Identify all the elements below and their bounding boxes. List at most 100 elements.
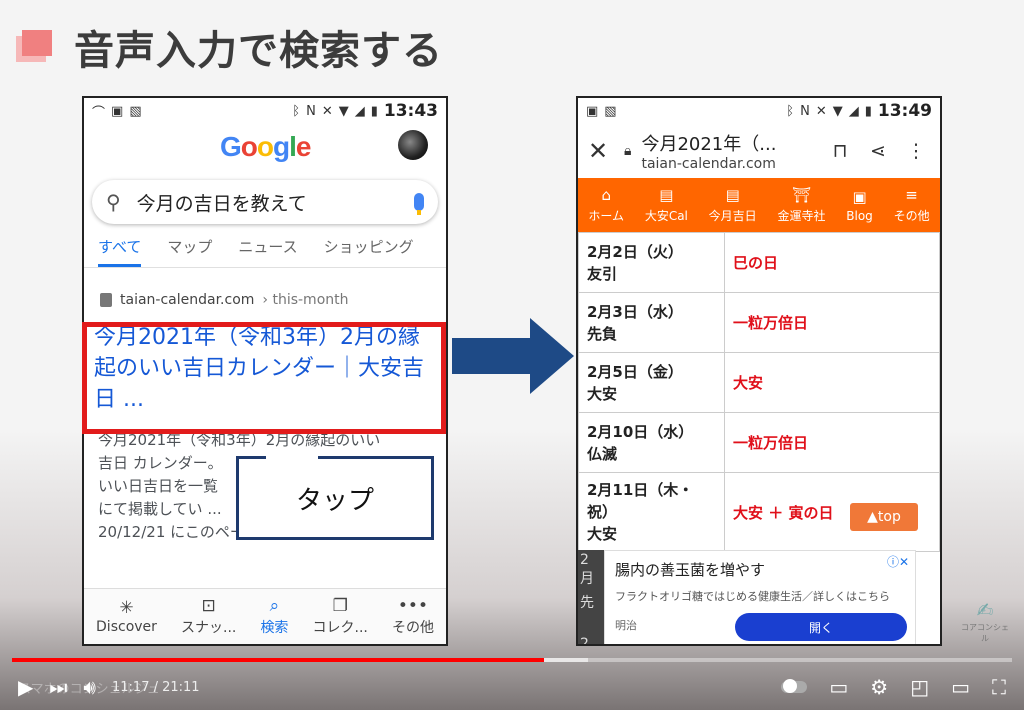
rokuyo: 先負	[587, 324, 618, 343]
menu-label: 金運寺社	[777, 209, 826, 223]
google-logo-letter: o	[256, 131, 274, 162]
ad-title: 腸内の善玉菌を増やす	[615, 561, 766, 579]
menu-dots-icon[interactable]: ⋮	[902, 140, 930, 162]
avatar[interactable]	[398, 130, 428, 160]
volume-icon[interactable]: 🔊︎	[83, 675, 96, 699]
subtitles-icon[interactable]: ▭	[829, 675, 848, 699]
settings-gear-icon[interactable]: ⚙	[870, 675, 888, 699]
autoplay-toggle[interactable]	[781, 679, 808, 693]
app-icon: ▧	[129, 103, 142, 119]
menu-home[interactable]: ⌂ ホーム	[588, 186, 624, 224]
status-bar: ▣ ▧ ᛒ N ✕ ▼ ◢ ▮ 13:49	[578, 98, 940, 124]
back-to-top-button[interactable]: ▲top	[850, 503, 918, 531]
ad-open-button[interactable]: 開く	[735, 613, 907, 641]
date-cell: 2月11日（木・祝） 大安	[578, 472, 725, 552]
ad-side-strip: 2月先 2月	[578, 550, 604, 646]
ad-side-text: 2月	[580, 552, 594, 587]
ad-banner[interactable]: ⓘ✕ 腸内の善玉菌を増やす フラクトオリゴ糖ではじめる健康生活／詳しくはこちら …	[604, 550, 916, 644]
event-cell: 大安	[724, 352, 940, 413]
table-row: 2月2日（火） 友引 巳の日	[578, 232, 940, 293]
ad-side-text: 2月	[580, 636, 589, 646]
ad-side-text	[578, 614, 604, 634]
status-bar: ⌒ ▣ ▧ ᛒ N ✕ ▼ ◢ ▮ 13:43	[84, 98, 446, 124]
time-display: 11:17 / 21:11	[112, 679, 200, 695]
nav-label: 検索	[260, 619, 289, 636]
menu-blog[interactable]: ▣ Blog	[846, 188, 873, 223]
highlight-frame	[82, 322, 446, 434]
menu-shrines[interactable]: ⛩ 金運寺社	[777, 186, 825, 224]
more-icon: •••	[397, 595, 428, 616]
share-icon[interactable]: ⋖	[864, 140, 892, 162]
search-query[interactable]: 今月の吉日を教えて	[137, 189, 398, 216]
nfc-icon: N	[800, 103, 810, 119]
arrow-icon	[452, 318, 574, 394]
google-logo: Google	[220, 130, 311, 163]
result-site[interactable]: taian-calendar.com › this-month	[100, 292, 446, 308]
miniplayer-icon[interactable]: ◰	[910, 675, 929, 699]
rokuyo: 仏滅	[587, 444, 618, 463]
search-box[interactable]: ⚲ 今月の吉日を教えて	[92, 180, 438, 224]
date: 2月5日（金）	[587, 362, 683, 381]
signal-icon: ◢	[354, 103, 365, 119]
google-logo-letter: G	[220, 131, 242, 162]
slide-title: 音声入力で検索する	[74, 28, 443, 74]
menu-taian-cal[interactable]: ▤ 大安Cal	[645, 186, 688, 224]
next-icon[interactable]: ⏭	[49, 675, 67, 699]
site-favicon-icon	[100, 293, 112, 307]
wifi-icon: ▼	[338, 103, 349, 119]
signal-icon: ◢	[848, 103, 859, 119]
date-cell: 2月10日（水） 仏滅	[578, 412, 725, 473]
title-marker	[22, 30, 52, 56]
fullscreen-icon[interactable]: ⛶	[992, 675, 1006, 699]
theater-mode-icon[interactable]: ▭	[951, 675, 970, 699]
menu-label: その他	[893, 209, 930, 223]
missed-call-icon: ⌒	[92, 105, 106, 121]
result-domain: taian-calendar.com	[120, 292, 255, 308]
date: 2月3日（水）	[587, 302, 683, 321]
google-logo-letter: o	[240, 131, 258, 162]
menu-other[interactable]: ≡ その他	[894, 186, 930, 224]
discover-icon: ✳	[119, 597, 134, 618]
battery-icon: ▮	[864, 103, 872, 119]
microphone-icon[interactable]	[414, 193, 424, 215]
search-icon: ⌕	[269, 595, 280, 616]
tab-all[interactable]: すべて	[98, 236, 142, 267]
status-clock: 13:49	[877, 101, 932, 121]
event-cell: 巳の日	[724, 232, 940, 293]
nav-label: スナッ...	[181, 619, 237, 636]
nav-discover[interactable]: ✳ Discover	[96, 599, 157, 635]
calendar-icon: ▤	[659, 186, 674, 204]
rokuyo: 大安	[587, 525, 618, 543]
close-icon[interactable]: ✕	[588, 137, 614, 165]
slide: 音声入力で検索する ⌒ ▣ ▧ ᛒ N ✕ ▼ ◢ ▮ 13:43 Google	[0, 0, 1024, 710]
hamburger-icon: ≡	[905, 186, 918, 204]
bookmark-icon[interactable]: ⊓	[826, 140, 854, 162]
nav-collections[interactable]: ❐ コレク...	[313, 597, 368, 637]
tab-news[interactable]: ニュース	[238, 236, 297, 267]
bluetooth-icon: ᛒ	[786, 103, 795, 119]
page-title-block: 今月2021年（... taian-calendar.com	[641, 130, 816, 172]
tab-maps[interactable]: マップ	[167, 236, 212, 267]
nav-more[interactable]: ••• その他	[392, 597, 434, 637]
menu-label: 今月吉日	[708, 209, 757, 223]
nav-snapshot[interactable]: ⊡ スナッ...	[181, 597, 236, 637]
ad-side-text: 先	[580, 595, 594, 611]
bluetooth-icon: ᛒ	[292, 103, 301, 119]
google-header: Google	[84, 124, 446, 168]
ad-close-icon[interactable]: ⓘ✕	[887, 553, 909, 570]
nav-label: コレク...	[312, 619, 368, 636]
status-clock: 13:43	[383, 101, 438, 121]
home-icon: ⌂	[601, 186, 611, 204]
menu-label: 大安Cal	[644, 209, 688, 223]
tab-shopping[interactable]: ショッピング	[324, 236, 414, 267]
progress-bar[interactable]	[12, 658, 1012, 662]
image-icon: ▣	[586, 103, 599, 119]
nav-search[interactable]: ⌕ 検索	[260, 597, 288, 637]
table-row: 2月5日（金） 大安 大安	[578, 352, 940, 413]
date-cell: 2月3日（水） 先負	[578, 292, 725, 353]
image-icon: ▣	[111, 103, 124, 119]
ad-text: フラクトオリゴ糖ではじめる健康生活／詳しくはこちら	[615, 590, 890, 603]
menu-this-month[interactable]: ▤ 今月吉日	[709, 186, 757, 224]
watermark-logo-icon: ✍	[976, 598, 994, 622]
play-icon[interactable]: ▶	[18, 675, 33, 699]
